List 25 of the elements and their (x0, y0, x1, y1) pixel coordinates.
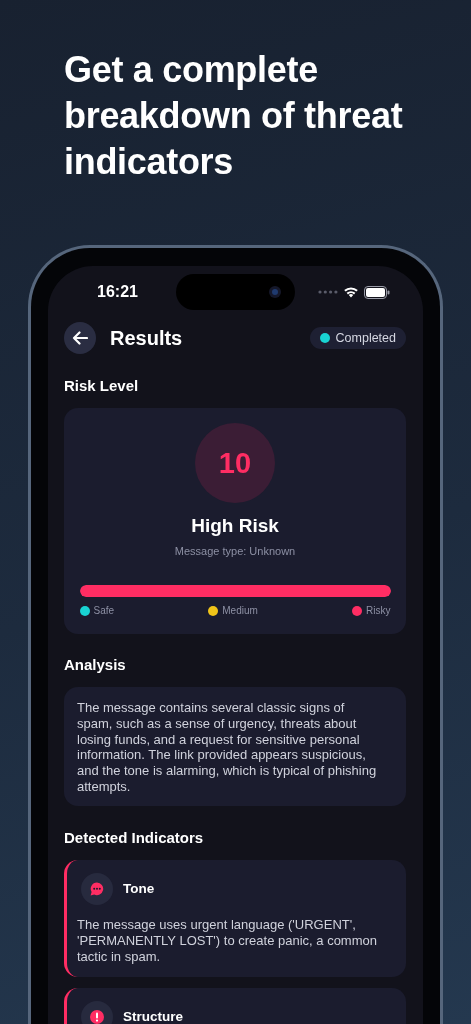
section-title: Analysis (64, 656, 127, 674)
section-title: Detected Indicators (64, 828, 205, 847)
status-label: Completed (335, 331, 396, 345)
status-time: 16:21 (96, 283, 138, 301)
chat-bubble-icon (89, 880, 105, 897)
battery-icon (364, 285, 390, 299)
indicator-title: Tone (123, 881, 155, 897)
risk-score: 10 (195, 423, 275, 503)
message-type: Message type: Unknown (174, 544, 296, 558)
risk-label: High Risk (191, 515, 279, 537)
legend-label: Safe (93, 604, 115, 618)
indicator-description: The message uses urgent language ('URGENT', 'PERMANENTLY LOST') to create panic, a common tactic in spam. (77, 916, 378, 965)
exclamation-circle-icon (89, 1008, 105, 1024)
analysis-text: The message contains several classic signs of spam, such as a sense of urgency, threats about losing funds, and a request for sensitive personal information. The link provided appears suspicious, and the tone is alarming, which is typical of phishing attempts. (64, 687, 406, 806)
camera-icon (268, 285, 282, 299)
headline: Get a complete breakdown of threat indicators (64, 48, 404, 184)
signal-icon (318, 290, 338, 294)
section-title: Risk Level (64, 377, 140, 395)
indicator-title: Structure (123, 1009, 183, 1024)
legend-label: Risky (366, 604, 391, 618)
back-button[interactable] (64, 322, 96, 354)
screen-title: Results (110, 326, 183, 350)
wifi-icon (343, 286, 359, 298)
legend-label: Medium (222, 604, 258, 618)
back-arrow-icon (72, 331, 88, 345)
